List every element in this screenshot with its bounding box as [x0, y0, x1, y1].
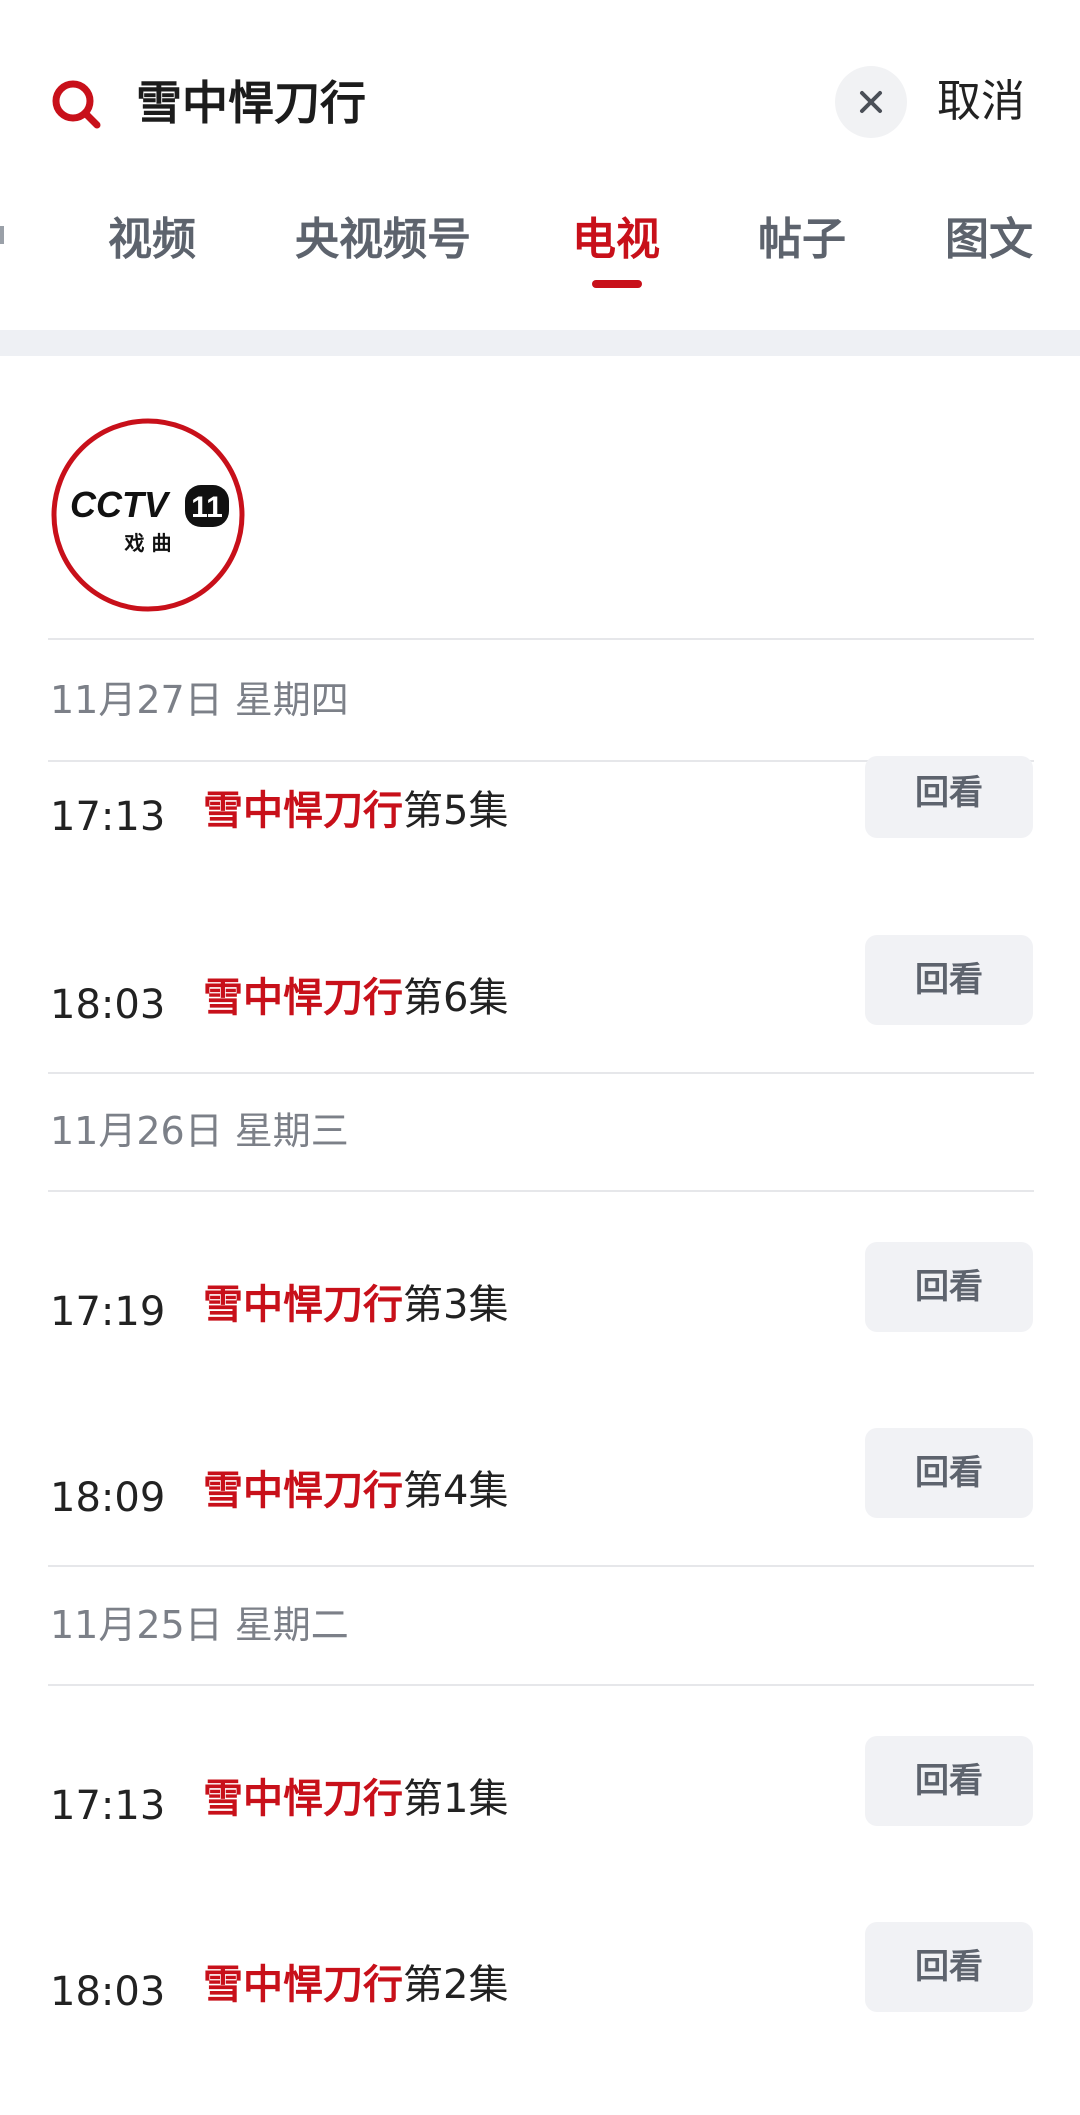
- replay-button[interactable]: 回看: [865, 1242, 1033, 1332]
- program-title: 雪中悍刀行第6集: [203, 973, 508, 1023]
- search-bar: 雪中悍刀行 取消: [0, 0, 1080, 190]
- search-input[interactable]: 雪中悍刀行: [136, 68, 366, 138]
- program-row[interactable]: 17:13 雪中悍刀行第1集 回看: [0, 1731, 1080, 1881]
- program-title: 雪中悍刀行第1集: [203, 1774, 508, 1824]
- program-title: 雪中悍刀行第2集: [203, 1960, 508, 2010]
- program-episode: 第2集: [403, 1962, 509, 2008]
- tab-cctv-accounts[interactable]: 央视频号: [295, 212, 471, 268]
- divider: [48, 1684, 1034, 1686]
- program-time: 17:19: [50, 1289, 166, 1335]
- program-episode: 第3集: [403, 1282, 509, 1328]
- divider: [48, 1072, 1034, 1074]
- program-row[interactable]: 17:13 雪中悍刀行第5集 回看: [0, 756, 1080, 910]
- cancel-button[interactable]: 取消: [937, 66, 1025, 138]
- tab-scroll-edge: [0, 226, 4, 244]
- tab-video[interactable]: 视频: [108, 212, 196, 268]
- divider: [48, 1565, 1034, 1567]
- replay-button[interactable]: 回看: [865, 1428, 1033, 1518]
- program-title: 雪中悍刀行第3集: [203, 1280, 508, 1330]
- program-episode: 第4集: [403, 1468, 509, 1514]
- program-episode: 第6集: [403, 975, 509, 1021]
- replay-button[interactable]: 回看: [865, 1922, 1033, 2012]
- replay-button[interactable]: 回看: [865, 1736, 1033, 1826]
- program-title-highlight: 雪中悍刀行: [203, 788, 403, 834]
- schedule-date: 11月26日 星期三: [50, 1109, 349, 1153]
- program-time: 18:03: [50, 982, 166, 1028]
- divider: [48, 638, 1034, 640]
- program-row[interactable]: 18:09 雪中悍刀行第4集 回看: [0, 1423, 1080, 1573]
- replay-button[interactable]: 回看: [865, 756, 1033, 838]
- program-time: 18:09: [50, 1475, 166, 1521]
- program-row[interactable]: 17:19 雪中悍刀行第3集 回看: [0, 1237, 1080, 1387]
- tab-articles[interactable]: 图文: [945, 212, 1033, 268]
- program-row[interactable]: 18:03 雪中悍刀行第2集 回看: [0, 1917, 1080, 2067]
- schedule-date: 11月27日 星期四: [50, 678, 349, 722]
- channel-logo-number: 11: [191, 491, 223, 524]
- program-row[interactable]: 18:03 雪中悍刀行第6集 回看: [0, 930, 1080, 1080]
- program-title: 雪中悍刀行第5集: [203, 786, 508, 836]
- channel-logo[interactable]: CCTV 11 戏 曲: [50, 417, 246, 613]
- program-time: 18:03: [50, 1969, 166, 2015]
- replay-button[interactable]: 回看: [865, 935, 1033, 1025]
- close-icon: [860, 91, 882, 113]
- program-title-highlight: 雪中悍刀行: [203, 1776, 403, 1822]
- divider: [48, 1190, 1034, 1192]
- tab-bar: 视频 央视频号 电视 帖子 图文: [0, 190, 1080, 330]
- program-time: 17:13: [50, 1783, 166, 1829]
- program-episode: 第5集: [403, 788, 509, 834]
- tab-posts[interactable]: 帖子: [758, 212, 846, 268]
- schedule-date: 11月25日 星期二: [50, 1603, 349, 1647]
- program-episode: 第1集: [403, 1776, 509, 1822]
- program-title: 雪中悍刀行第4集: [203, 1466, 508, 1516]
- section-separator: [0, 330, 1080, 356]
- active-tab-indicator: [592, 280, 642, 288]
- channel-logo-text: CCTV: [70, 484, 171, 525]
- program-time: 17:13: [50, 794, 166, 840]
- clear-search-button[interactable]: [835, 66, 907, 138]
- program-title-highlight: 雪中悍刀行: [203, 1468, 403, 1514]
- channel-logo-subtitle: 戏 曲: [124, 531, 172, 555]
- program-title-highlight: 雪中悍刀行: [203, 1282, 403, 1328]
- tab-tv[interactable]: 电视: [572, 212, 660, 268]
- search-icon: [52, 80, 101, 129]
- program-title-highlight: 雪中悍刀行: [203, 1962, 403, 2008]
- program-title-highlight: 雪中悍刀行: [203, 975, 403, 1021]
